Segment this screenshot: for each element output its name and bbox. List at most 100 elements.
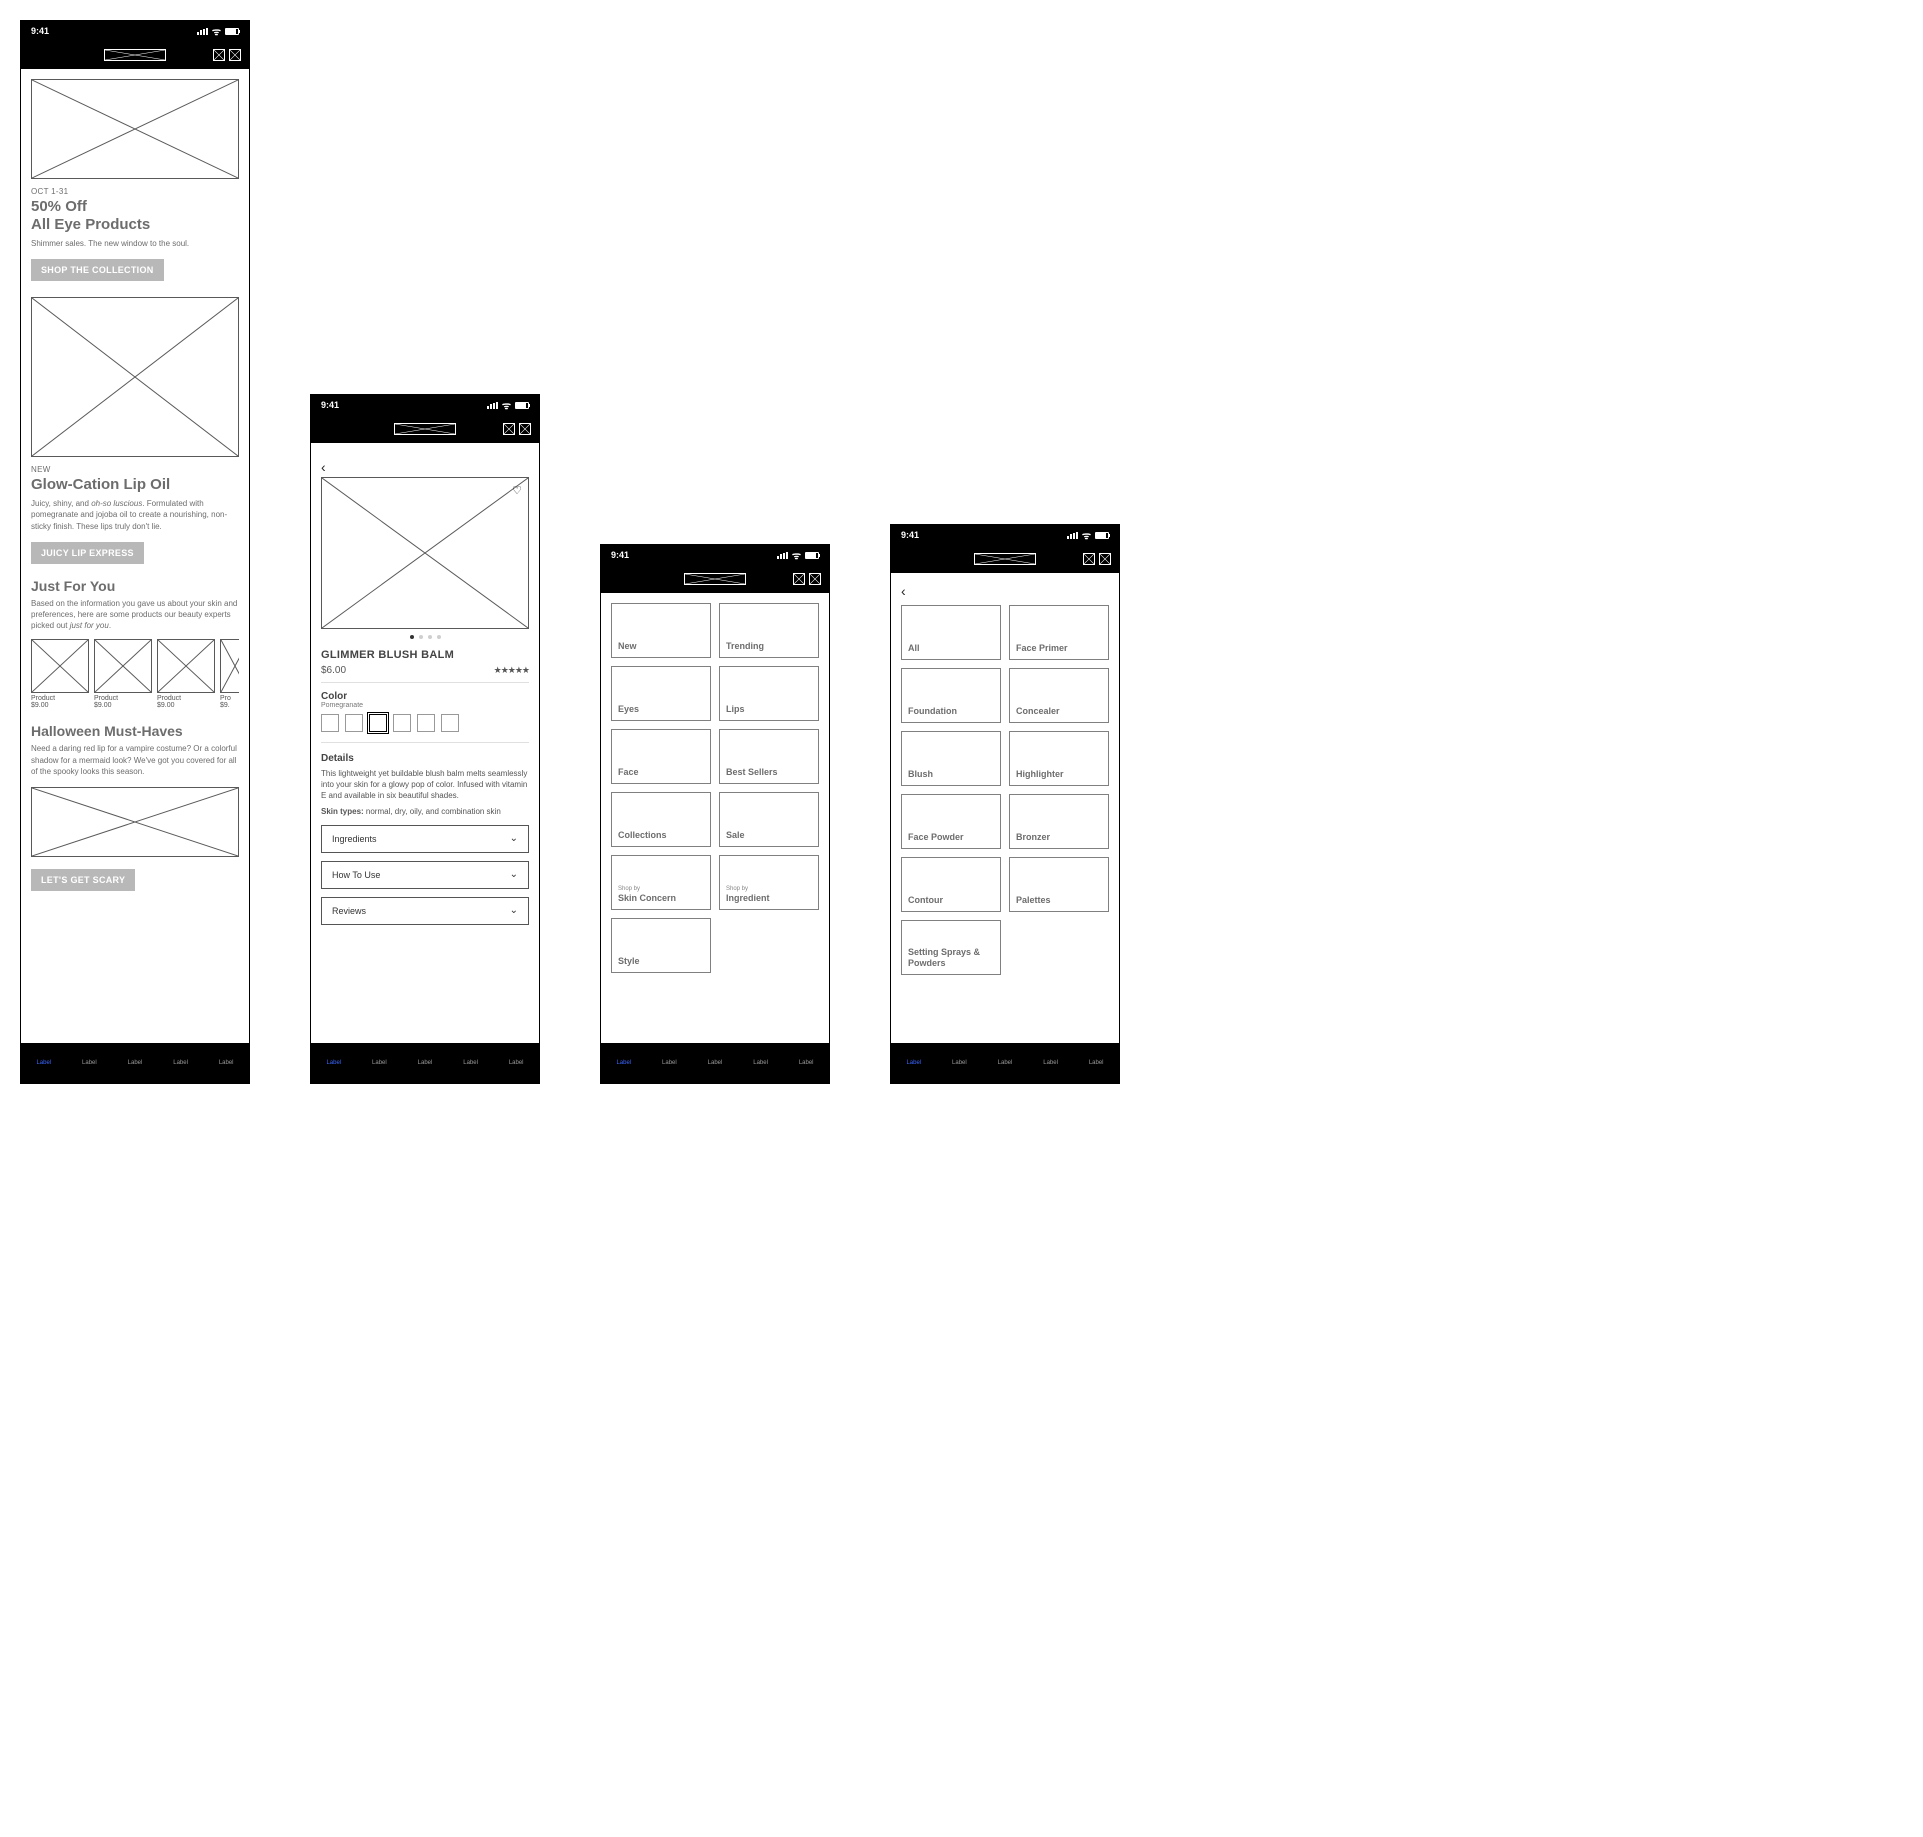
nav-icon-1[interactable] bbox=[213, 49, 225, 61]
product-card[interactable]: Pro$9. bbox=[220, 639, 239, 709]
category-label: Lips bbox=[726, 704, 812, 714]
category-tile[interactable]: Foundation bbox=[901, 668, 1001, 723]
dot[interactable] bbox=[419, 635, 423, 639]
wifi-icon: ᯤ bbox=[792, 548, 801, 562]
nav-icon-1[interactable] bbox=[503, 423, 515, 435]
signal-icon bbox=[197, 28, 208, 35]
logo-placeholder-icon[interactable] bbox=[684, 573, 746, 585]
category-tile[interactable]: Face Powder bbox=[901, 794, 1001, 849]
category-tile[interactable]: Concealer bbox=[1009, 668, 1109, 723]
tab-item[interactable]: Label bbox=[753, 1060, 768, 1066]
category-label: Ingredient bbox=[726, 893, 812, 903]
category-tile[interactable]: Blush bbox=[901, 731, 1001, 786]
accordion-ingredients[interactable]: Ingredients⌄ bbox=[321, 825, 529, 853]
category-tile[interactable]: Style bbox=[611, 918, 711, 973]
category-tile[interactable]: Eyes bbox=[611, 666, 711, 721]
tab-item[interactable]: Label bbox=[616, 1060, 631, 1066]
color-swatch[interactable] bbox=[321, 714, 339, 732]
color-swatch[interactable] bbox=[417, 714, 435, 732]
halloween-body: Need a daring red lip for a vampire cost… bbox=[31, 743, 239, 777]
phone-home: 9:41 ᯤ OCT 1-31 50% OffAll Eye Products … bbox=[20, 20, 250, 1084]
shop-collection-button[interactable]: SHOP THE COLLECTION bbox=[31, 259, 164, 281]
tab-item[interactable]: Label bbox=[998, 1060, 1013, 1066]
category-tile[interactable]: Face bbox=[611, 729, 711, 784]
favorite-icon[interactable]: ♡ bbox=[512, 484, 522, 497]
category-tile[interactable]: Trending bbox=[719, 603, 819, 658]
promo2-body: Juicy, shiny, and oh-so luscious. Formul… bbox=[31, 498, 239, 532]
tab-item[interactable]: Label bbox=[1089, 1060, 1104, 1066]
color-swatch[interactable] bbox=[345, 714, 363, 732]
tab-item[interactable]: Label bbox=[952, 1060, 967, 1066]
tab-item[interactable]: Label bbox=[708, 1060, 723, 1066]
color-swatch[interactable] bbox=[441, 714, 459, 732]
tab-item[interactable]: Label bbox=[82, 1060, 97, 1066]
color-swatch[interactable] bbox=[369, 714, 387, 732]
tab-item[interactable]: Label bbox=[219, 1060, 234, 1066]
category-tile[interactable]: All bbox=[901, 605, 1001, 660]
rating-stars[interactable]: ★★★★★ bbox=[494, 665, 529, 676]
category-tile[interactable]: Collections bbox=[611, 792, 711, 847]
tab-item[interactable]: Label bbox=[173, 1060, 188, 1066]
tab-item[interactable]: Label bbox=[1043, 1060, 1058, 1066]
product-image[interactable]: ♡ bbox=[321, 477, 529, 629]
category-tile[interactable]: New bbox=[611, 603, 711, 658]
category-tile[interactable]: Sale bbox=[719, 792, 819, 847]
promo1-title: 50% OffAll Eye Products bbox=[31, 198, 239, 234]
category-tile[interactable]: Lips bbox=[719, 666, 819, 721]
nav-icon-2[interactable] bbox=[1099, 553, 1111, 565]
status-time: 9:41 bbox=[321, 400, 339, 410]
lets-get-scary-button[interactable]: LET'S GET SCARY bbox=[31, 869, 135, 891]
details-heading: Details bbox=[321, 753, 529, 764]
juicy-lip-button[interactable]: JUICY LIP EXPRESS bbox=[31, 542, 144, 564]
product-price: $9.00 bbox=[157, 702, 215, 709]
tab-item[interactable]: Label bbox=[128, 1060, 143, 1066]
dot[interactable] bbox=[437, 635, 441, 639]
accordion-how-to-use[interactable]: How To Use⌄ bbox=[321, 861, 529, 889]
tab-item[interactable]: Label bbox=[662, 1060, 677, 1066]
product-card[interactable]: Product$9.00 bbox=[157, 639, 215, 709]
product-thumb bbox=[94, 639, 152, 693]
category-tile[interactable]: Face Primer bbox=[1009, 605, 1109, 660]
dot-active[interactable] bbox=[410, 635, 414, 639]
nav-icon-1[interactable] bbox=[793, 573, 805, 585]
tab-item[interactable]: Label bbox=[326, 1060, 341, 1066]
category-tile[interactable]: Setting Sprays & Powders bbox=[901, 920, 1001, 975]
product-card[interactable]: Product$9.00 bbox=[31, 639, 89, 709]
nav-icon-2[interactable] bbox=[809, 573, 821, 585]
nav-icon-2[interactable] bbox=[229, 49, 241, 61]
category-label: Sale bbox=[726, 830, 812, 840]
tab-item[interactable]: Label bbox=[418, 1060, 433, 1066]
carousel-dots[interactable] bbox=[321, 635, 529, 639]
category-tile[interactable]: Bronzer bbox=[1009, 794, 1109, 849]
tab-item[interactable]: Label bbox=[372, 1060, 387, 1066]
category-label: New bbox=[618, 641, 704, 651]
logo-placeholder-icon[interactable] bbox=[104, 49, 166, 61]
back-button[interactable]: ‹ bbox=[901, 583, 1109, 605]
category-tile[interactable]: Highlighter bbox=[1009, 731, 1109, 786]
category-prelabel: Shop by bbox=[726, 886, 812, 893]
category-tile[interactable]: Contour bbox=[901, 857, 1001, 912]
category-tile[interactable]: Palettes bbox=[1009, 857, 1109, 912]
wifi-icon: ᯤ bbox=[212, 24, 221, 38]
nav-icon-1[interactable] bbox=[1083, 553, 1095, 565]
product-card[interactable]: Product$9.00 bbox=[94, 639, 152, 709]
jfy-product-row[interactable]: Product$9.00Product$9.00Product$9.00Pro$… bbox=[31, 639, 239, 709]
dot[interactable] bbox=[428, 635, 432, 639]
tab-item[interactable]: Label bbox=[36, 1060, 51, 1066]
tab-item[interactable]: Label bbox=[906, 1060, 921, 1066]
color-swatch[interactable] bbox=[393, 714, 411, 732]
category-tile[interactable]: Shop bySkin Concern bbox=[611, 855, 711, 910]
product-name: Pro bbox=[220, 695, 239, 702]
top-nav bbox=[891, 545, 1119, 573]
accordion-reviews[interactable]: Reviews⌄ bbox=[321, 897, 529, 925]
category-tile[interactable]: Shop byIngredient bbox=[719, 855, 819, 910]
status-bar: 9:41 ᯤ bbox=[311, 395, 539, 415]
tab-item[interactable]: Label bbox=[463, 1060, 478, 1066]
logo-placeholder-icon[interactable] bbox=[394, 423, 456, 435]
tab-item[interactable]: Label bbox=[799, 1060, 814, 1066]
nav-icon-2[interactable] bbox=[519, 423, 531, 435]
logo-placeholder-icon[interactable] bbox=[974, 553, 1036, 565]
back-button[interactable]: ‹ bbox=[321, 453, 529, 477]
tab-item[interactable]: Label bbox=[509, 1060, 524, 1066]
category-tile[interactable]: Best Sellers bbox=[719, 729, 819, 784]
